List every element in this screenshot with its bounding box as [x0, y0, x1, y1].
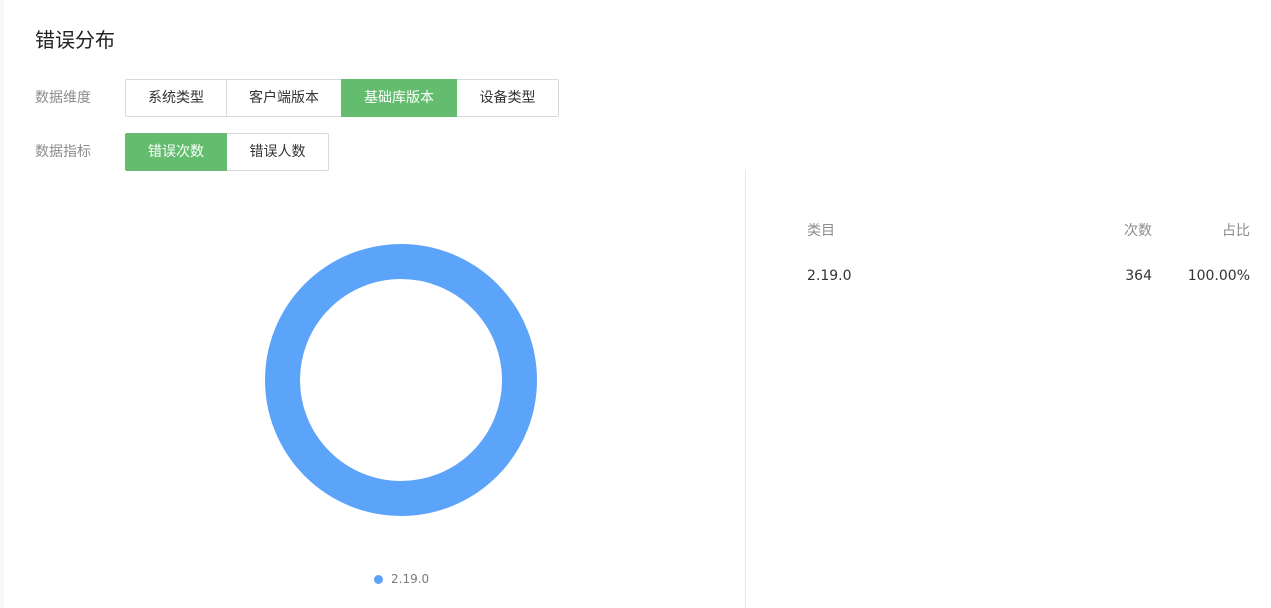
table-header-count: 次数 — [1124, 223, 1152, 239]
donut-chart — [265, 244, 537, 516]
metric-segmented-control: 错误次数 错误人数 — [125, 133, 329, 171]
metric-option-error-users[interactable]: 错误人数 — [226, 133, 329, 171]
dimension-filter-label: 数据维度 — [35, 90, 91, 106]
chart-legend[interactable]: 2.19.0 — [374, 570, 429, 588]
panel-divider — [745, 170, 746, 608]
metric-filter-label: 数据指标 — [35, 144, 91, 160]
dimension-segmented-control: 系统类型 客户端版本 基础库版本 设备类型 — [125, 79, 559, 117]
dimension-option-system-type[interactable]: 系统类型 — [125, 79, 227, 117]
dimension-option-base-library-version[interactable]: 基础库版本 — [341, 79, 457, 117]
dimension-option-client-version[interactable]: 客户端版本 — [226, 79, 342, 117]
legend-color-dot — [374, 574, 383, 584]
table-header-category: 类目 — [807, 223, 835, 239]
error-distribution-panel: 错误分布 数据维度 系统类型 客户端版本 基础库版本 设备类型 数据指标 错误次… — [4, 0, 1271, 608]
metric-option-error-count[interactable]: 错误次数 — [125, 133, 227, 171]
dimension-option-device-type[interactable]: 设备类型 — [456, 79, 559, 117]
legend-label: 2.19.0 — [391, 572, 430, 586]
table-cell-category: 2.19.0 — [807, 268, 852, 284]
table-cell-ratio: 100.00% — [1187, 268, 1250, 284]
table-cell-count: 364 — [1125, 268, 1152, 284]
page-title: 错误分布 — [35, 28, 115, 52]
donut-slice-2.19.0[interactable] — [265, 244, 537, 516]
table-header-ratio: 占比 — [1222, 223, 1250, 239]
